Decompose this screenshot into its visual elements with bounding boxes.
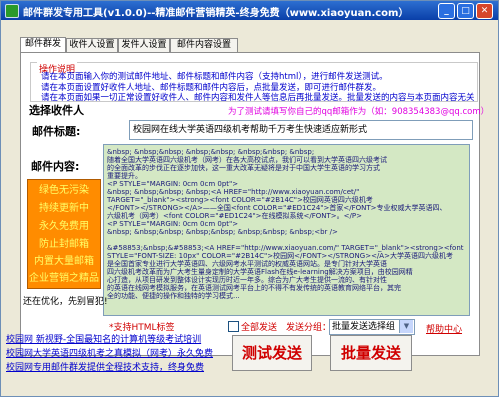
tab-sender-settings[interactable]: 发件人设置 bbox=[118, 38, 170, 52]
window-title: 邮件群发专用工具(v1.0.0)--精准邮件营销精英-终身免费（www.xiao… bbox=[23, 8, 409, 19]
select-all-label: 全部发送 bbox=[241, 323, 278, 333]
content-textarea[interactable]: &nbsp; &nbsp;&nbsp; &nbsp;&nbsp; &nbsp;&… bbox=[103, 144, 470, 316]
promo-link[interactable]: 校园网专用邮件群发提供全程技术支持，终身免费 bbox=[6, 360, 204, 373]
content-label: 邮件内容: bbox=[31, 160, 80, 173]
instructions-box: 操作说明 请在本页面输入你的测试邮件地址、邮件标题和邮件内容（支持html），进… bbox=[30, 62, 478, 103]
content-line: 六级机考（网考）<font COLOR="#ED1C24">在线模拟系统</FO… bbox=[107, 212, 362, 220]
minimize-button[interactable]: _ bbox=[438, 3, 455, 19]
close-button[interactable]: ✕ bbox=[476, 3, 493, 19]
tab-mass-mail[interactable]: 邮件群发 bbox=[20, 37, 66, 52]
content-line: 的英语在线网考模拟服务，在英语测试网考平台上的不得不有发传统的英语教育网络平台，… bbox=[107, 284, 401, 292]
content-line: &#58853;&nbsp;&#58853;<A HREF="http://ww… bbox=[107, 244, 464, 252]
content-line: 的全面改革的步伐正在逐步加快，这一重大改革无疑将是对于中国大学生英语的学习方式 bbox=[107, 164, 380, 172]
optimizing-note: 还在优化，先别冒犯! bbox=[23, 297, 108, 307]
content-line: 心打造，从项目研发到整体设计实现历时近一年多。综合为广大考生提供一流的、有针对性 bbox=[107, 276, 387, 284]
content-line: 是全国首家专业进行大学英语四、六级网考水平测试的权威英语网站。是专门针对大学英语 bbox=[107, 260, 387, 268]
instruction-line: 请在本页面如果一切正常设置好收件人、邮件内容和发件人等信息后再批量发送。批量发送… bbox=[41, 93, 475, 103]
feature-item: 防止封邮箱 bbox=[39, 239, 89, 250]
content-line: <P STYLE="MARGIN: 0cm 0cm 0pt"> bbox=[107, 180, 239, 188]
help-center-link[interactable]: 帮助中心 bbox=[426, 322, 462, 335]
tab-content-settings[interactable]: 邮件内容设置 bbox=[170, 38, 238, 52]
maximize-button[interactable]: □ bbox=[457, 3, 474, 19]
chevron-down-icon[interactable]: ▼ bbox=[399, 320, 413, 333]
title-bar[interactable]: 邮件群发专用工具(v1.0.0)--精准邮件营销精英-终身免费（www.xiao… bbox=[1, 1, 498, 20]
content-line: 重要提升。 bbox=[107, 172, 142, 180]
content-line: &nbsp; &nbsp;&nbsp; &nbsp;&nbsp; &nbsp;&… bbox=[107, 148, 315, 156]
feature-item: 绿色无污染 bbox=[39, 185, 89, 196]
content-line: 随着全国大学英语四六级机考（网考）在各大高校试点，我们可以看到大学英语四六级考试 bbox=[107, 156, 387, 164]
content-line: 四六级机考改革而为广大考生量身定制的大学英语Flash在线e-learning解… bbox=[107, 268, 413, 276]
content-line: 全的功能、便捷的操作和独特的学习模式... bbox=[107, 292, 240, 300]
group-label: 发送分组： bbox=[286, 323, 332, 333]
promo-link[interactable]: 校园网大学英语四级机考之真模拟（网考）永久免费 bbox=[6, 346, 213, 359]
feature-item: 永久免费用 bbox=[39, 221, 89, 232]
tab-recipient-settings[interactable]: 收件人设置 bbox=[66, 38, 118, 52]
batch-send-button[interactable]: 批量发送 bbox=[330, 335, 412, 371]
test-send-button[interactable]: 测试发送 bbox=[232, 335, 312, 371]
select-all-checkbox[interactable] bbox=[228, 321, 239, 332]
content-line: <P STYLE="MARGIN: 0cm 0cm 0pt"> bbox=[107, 220, 239, 228]
feature-item: 企业营销之精品 bbox=[29, 273, 99, 284]
subject-label: 邮件标题: bbox=[32, 125, 81, 138]
content-line: &nbsp; &nbsp;&nbsp; &nbsp;&nbsp; &nbsp;&… bbox=[107, 228, 338, 236]
feature-panel: 绿色无污染 持续更新中 永久免费用 防止封邮箱 内置大量邮箱 企业营销之精品 bbox=[27, 179, 101, 289]
content-line: STYLE="FONT-SIZE: 10px" COLOR="#2B14C">校… bbox=[107, 252, 453, 260]
subject-input[interactable]: 校园网在线大学英语四级机考帮助千万考生快速适应新形式 bbox=[129, 120, 473, 140]
feature-item: 持续更新中 bbox=[39, 203, 89, 214]
content-line: TARGET="_blank"><strong><font COLOR="#2B… bbox=[107, 196, 373, 204]
recipient-label: 选择收件人 bbox=[29, 104, 84, 117]
content-line: </FONT></STRONG></A>——全国<font COLOR="#ED… bbox=[107, 204, 447, 212]
app-icon bbox=[5, 4, 19, 18]
feature-item: 内置大量邮箱 bbox=[34, 256, 94, 267]
recipient-hint: 为了测试请填写你自己的qq邮箱作为（如：908354383@qq.com） bbox=[228, 107, 490, 117]
content-line: &nbsp; &nbsp;&nbsp; &nbsp;<A HREF="http:… bbox=[107, 188, 360, 196]
promo-link[interactable]: 校园网 新视野-全国最知名的计算机等级考试培训 bbox=[6, 332, 201, 345]
app-window: 邮件群发专用工具(v1.0.0)--精准邮件营销精英-终身免费（www.xiao… bbox=[0, 0, 499, 397]
